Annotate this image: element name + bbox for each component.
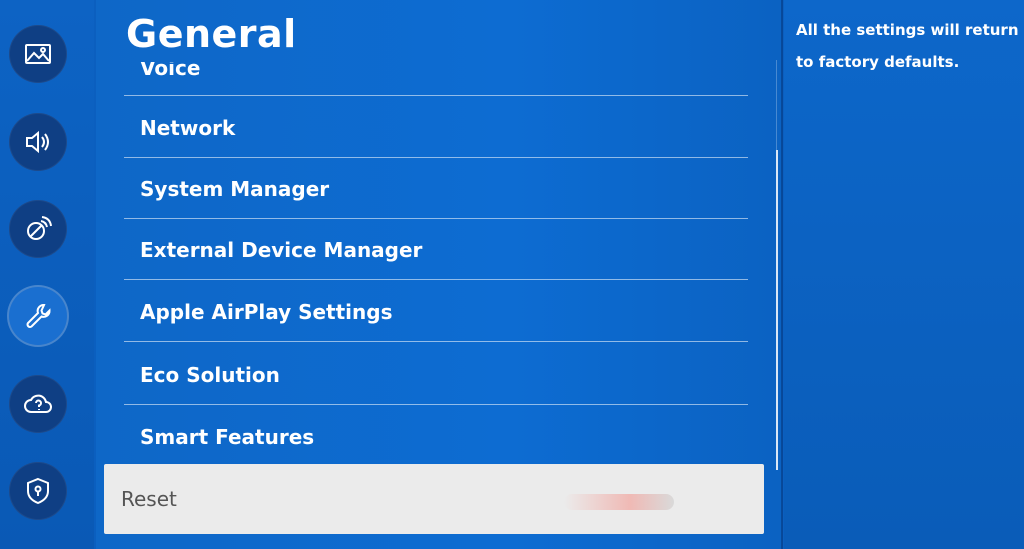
divider bbox=[124, 341, 748, 342]
category-sidebar bbox=[0, 0, 94, 549]
focus-highlight bbox=[564, 494, 674, 510]
menu-item-smart-features[interactable]: Smart Features bbox=[124, 407, 748, 467]
divider bbox=[124, 218, 748, 219]
menu-item-label: Voice bbox=[140, 62, 201, 80]
divider bbox=[124, 279, 748, 280]
description-panel: All the settings will return to factory … bbox=[784, 0, 1024, 549]
support-cloud-icon[interactable] bbox=[9, 375, 67, 433]
divider bbox=[124, 95, 748, 96]
broadcasting-icon[interactable] bbox=[9, 200, 67, 258]
scrollbar[interactable] bbox=[776, 150, 778, 470]
menu-item-reset[interactable]: Reset bbox=[104, 464, 764, 534]
menu-item-network[interactable]: Network bbox=[124, 98, 748, 158]
menu-item-label: Apple AirPlay Settings bbox=[140, 300, 393, 324]
picture-icon[interactable] bbox=[9, 25, 67, 83]
description-text: All the settings will return to factory … bbox=[796, 21, 1019, 71]
menu-item-eco-solution[interactable]: Eco Solution bbox=[124, 345, 748, 405]
menu-item-label: System Manager bbox=[140, 177, 330, 201]
scrollbar-track bbox=[776, 60, 777, 150]
divider bbox=[124, 157, 748, 158]
panel-divider bbox=[781, 0, 783, 549]
privacy-shield-icon[interactable] bbox=[9, 462, 67, 520]
menu-item-label: Eco Solution bbox=[140, 363, 280, 387]
sound-icon[interactable] bbox=[9, 113, 67, 171]
menu-item-label: Smart Features bbox=[140, 425, 315, 449]
page-title: General bbox=[126, 12, 297, 56]
menu-item-external-device-manager[interactable]: External Device Manager bbox=[124, 220, 748, 280]
menu-item-system-manager[interactable]: System Manager bbox=[124, 159, 748, 219]
general-wrench-icon[interactable] bbox=[9, 287, 67, 345]
divider bbox=[124, 404, 748, 405]
menu-item-label: Reset bbox=[121, 487, 177, 511]
menu-item-voice[interactable]: Voice bbox=[124, 62, 748, 96]
menu-item-label: Network bbox=[140, 116, 236, 140]
menu-item-label: External Device Manager bbox=[140, 238, 423, 262]
general-menu: General Voice Network System Manager Ext… bbox=[96, 0, 782, 549]
menu-item-apple-airplay-settings[interactable]: Apple AirPlay Settings bbox=[124, 282, 748, 342]
